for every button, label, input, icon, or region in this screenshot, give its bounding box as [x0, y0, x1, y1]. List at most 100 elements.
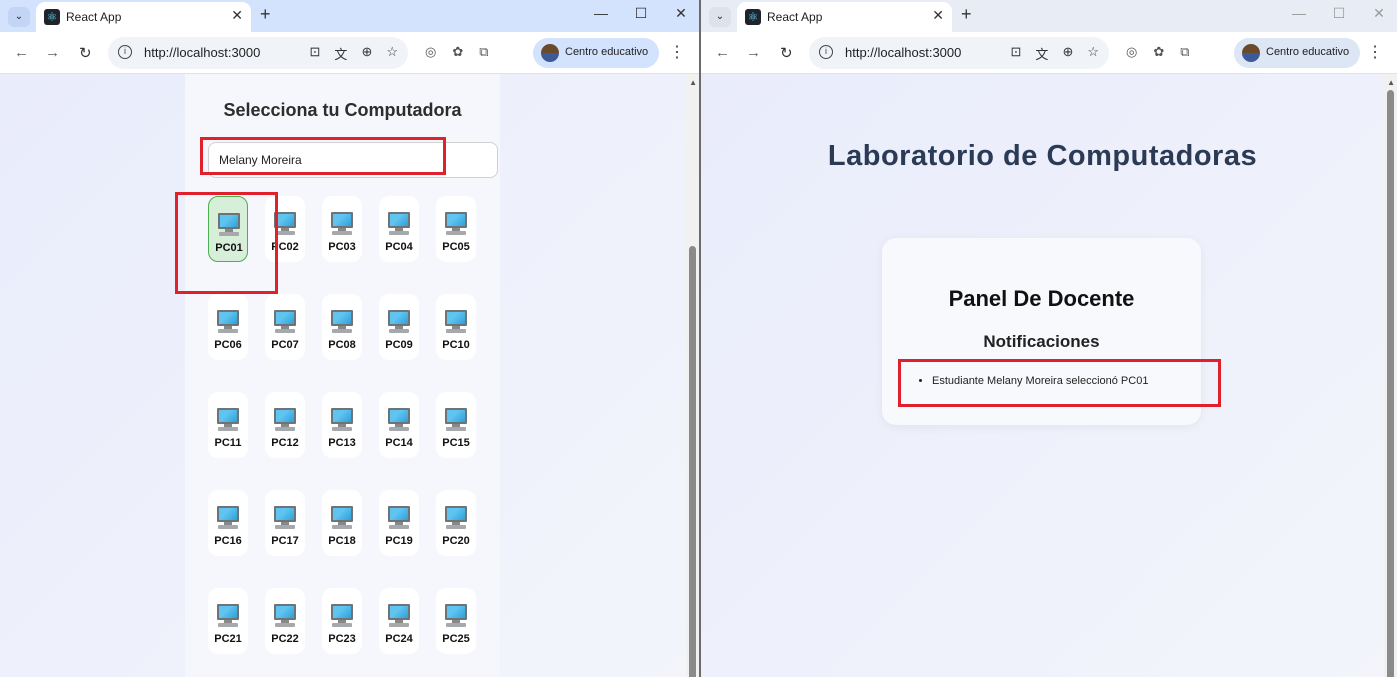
computer-card[interactable]: PC05	[436, 196, 476, 262]
monitor-icon	[274, 408, 296, 432]
scrollbar-thumb[interactable]	[1387, 90, 1394, 677]
address-bar[interactable]: i http://localhost:3000 ⊡ 文 ⊕ ☆	[809, 37, 1109, 69]
tab-react-app[interactable]: ⚛ React App ✕	[36, 2, 251, 32]
computer-card[interactable]: PC06	[208, 294, 248, 360]
profile-name: Centro educativo	[565, 46, 649, 58]
plus-icon[interactable]: +	[961, 4, 972, 25]
brain-extension-icon[interactable]: ✿	[1153, 44, 1164, 60]
computer-card[interactable]: PC25	[436, 588, 476, 654]
close-icon[interactable]: ✕	[932, 7, 944, 24]
computer-label: PC04	[385, 241, 413, 253]
computer-card[interactable]: PC23	[322, 588, 362, 654]
translate-icon[interactable]: 文	[1035, 44, 1048, 63]
install-icon[interactable]: ⊡	[310, 44, 321, 63]
computer-card[interactable]: PC17	[265, 490, 305, 556]
scrollbar-thumb[interactable]	[689, 246, 696, 677]
shield-extension-icon[interactable]: ◎	[1126, 44, 1137, 60]
monitor-icon	[331, 212, 353, 236]
computer-label: PC14	[385, 437, 413, 449]
zoom-icon[interactable]: ⊕	[361, 44, 372, 63]
back-arrow-icon[interactable]: ←	[715, 44, 730, 61]
computer-card[interactable]: PC03	[322, 196, 362, 262]
extensions-puzzle-icon[interactable]: ⧉	[479, 44, 488, 60]
computer-card[interactable]: PC24	[379, 588, 419, 654]
url-text[interactable]: http://localhost:3000	[845, 45, 961, 60]
close-icon[interactable]: ✕	[231, 7, 243, 24]
info-icon[interactable]: i	[118, 45, 132, 59]
star-icon[interactable]: ☆	[1087, 44, 1099, 63]
avatar	[541, 44, 559, 62]
computer-card[interactable]: PC07	[265, 294, 305, 360]
computer-card[interactable]: PC21	[208, 588, 248, 654]
maximize-icon[interactable]: ☐	[1329, 5, 1349, 22]
info-icon[interactable]: i	[819, 45, 833, 59]
profile-button[interactable]: Centro educativo	[533, 38, 659, 68]
star-icon[interactable]: ☆	[386, 44, 398, 63]
computer-label: PC05	[442, 241, 470, 253]
address-bar[interactable]: i http://localhost:3000 ⊡ 文 ⊕ ☆	[108, 37, 408, 69]
minimize-icon[interactable]: —	[1289, 5, 1309, 22]
extensions-puzzle-icon[interactable]: ⧉	[1180, 44, 1189, 60]
computer-card[interactable]: PC09	[379, 294, 419, 360]
close-window-icon[interactable]: ✕	[671, 5, 691, 22]
zoom-icon[interactable]: ⊕	[1062, 44, 1073, 63]
computer-label: PC25	[442, 633, 470, 645]
monitor-icon	[274, 506, 296, 530]
more-vert-icon[interactable]: ⋮	[1367, 42, 1383, 62]
scrollbar[interactable]: ▲	[1384, 74, 1397, 677]
computer-card[interactable]: PC18	[322, 490, 362, 556]
translate-icon[interactable]: 文	[334, 44, 347, 63]
profile-button[interactable]: Centro educativo	[1234, 38, 1360, 68]
forward-arrow-icon[interactable]: →	[746, 44, 761, 61]
computer-label: PC13	[328, 437, 356, 449]
tab-react-app[interactable]: ⚛ React App ✕	[737, 2, 952, 32]
scrollbar[interactable]: ▲	[686, 74, 699, 677]
monitor-icon	[445, 310, 467, 334]
react-logo-icon: ⚛	[44, 9, 60, 25]
shield-extension-icon[interactable]: ◎	[425, 44, 436, 60]
computer-label: PC22	[271, 633, 299, 645]
url-text[interactable]: http://localhost:3000	[144, 45, 260, 60]
computer-card[interactable]: PC12	[265, 392, 305, 458]
maximize-icon[interactable]: ☐	[631, 5, 651, 22]
computer-card[interactable]: PC20	[436, 490, 476, 556]
tab-title: React App	[66, 10, 122, 24]
computer-card[interactable]: PC16	[208, 490, 248, 556]
forward-arrow-icon[interactable]: →	[45, 44, 60, 61]
monitor-icon	[445, 212, 467, 236]
monitor-icon	[217, 506, 239, 530]
scroll-up-icon[interactable]: ▲	[1387, 78, 1395, 87]
more-vert-icon[interactable]: ⋮	[669, 42, 685, 62]
computer-card[interactable]: PC19	[379, 490, 419, 556]
computer-card[interactable]: PC22	[265, 588, 305, 654]
computer-card[interactable]: PC15	[436, 392, 476, 458]
chevron-down-icon[interactable]: ⌄	[8, 7, 30, 27]
reload-icon[interactable]: ↻	[780, 44, 793, 62]
monitor-icon	[388, 604, 410, 628]
computer-card[interactable]: PC11	[208, 392, 248, 458]
computer-label: PC09	[385, 339, 413, 351]
monitor-icon	[388, 310, 410, 334]
reload-icon[interactable]: ↻	[79, 44, 92, 62]
page-viewport: Selecciona tu Computadora PC01PC02PC03PC…	[0, 74, 699, 677]
computer-label: PC08	[328, 339, 356, 351]
close-window-icon[interactable]: ✕	[1369, 5, 1389, 22]
computer-card[interactable]: PC08	[322, 294, 362, 360]
chevron-down-icon[interactable]: ⌄	[709, 7, 731, 27]
monitor-icon	[331, 604, 353, 628]
computer-label: PC18	[328, 535, 356, 547]
back-arrow-icon[interactable]: ←	[14, 44, 29, 61]
minimize-icon[interactable]: —	[591, 5, 611, 22]
computer-card[interactable]: PC13	[322, 392, 362, 458]
monitor-icon	[331, 310, 353, 334]
monitor-icon	[331, 506, 353, 530]
plus-icon[interactable]: +	[260, 4, 271, 25]
computer-card[interactable]: PC10	[436, 294, 476, 360]
computer-card[interactable]: PC04	[379, 196, 419, 262]
scroll-up-icon[interactable]: ▲	[689, 78, 697, 87]
computer-card[interactable]: PC14	[379, 392, 419, 458]
computer-label: PC19	[385, 535, 413, 547]
brain-extension-icon[interactable]: ✿	[452, 44, 463, 60]
tab-bar: ⌄ ⚛ React App ✕ + — ☐ ✕	[0, 0, 699, 32]
install-icon[interactable]: ⊡	[1011, 44, 1022, 63]
